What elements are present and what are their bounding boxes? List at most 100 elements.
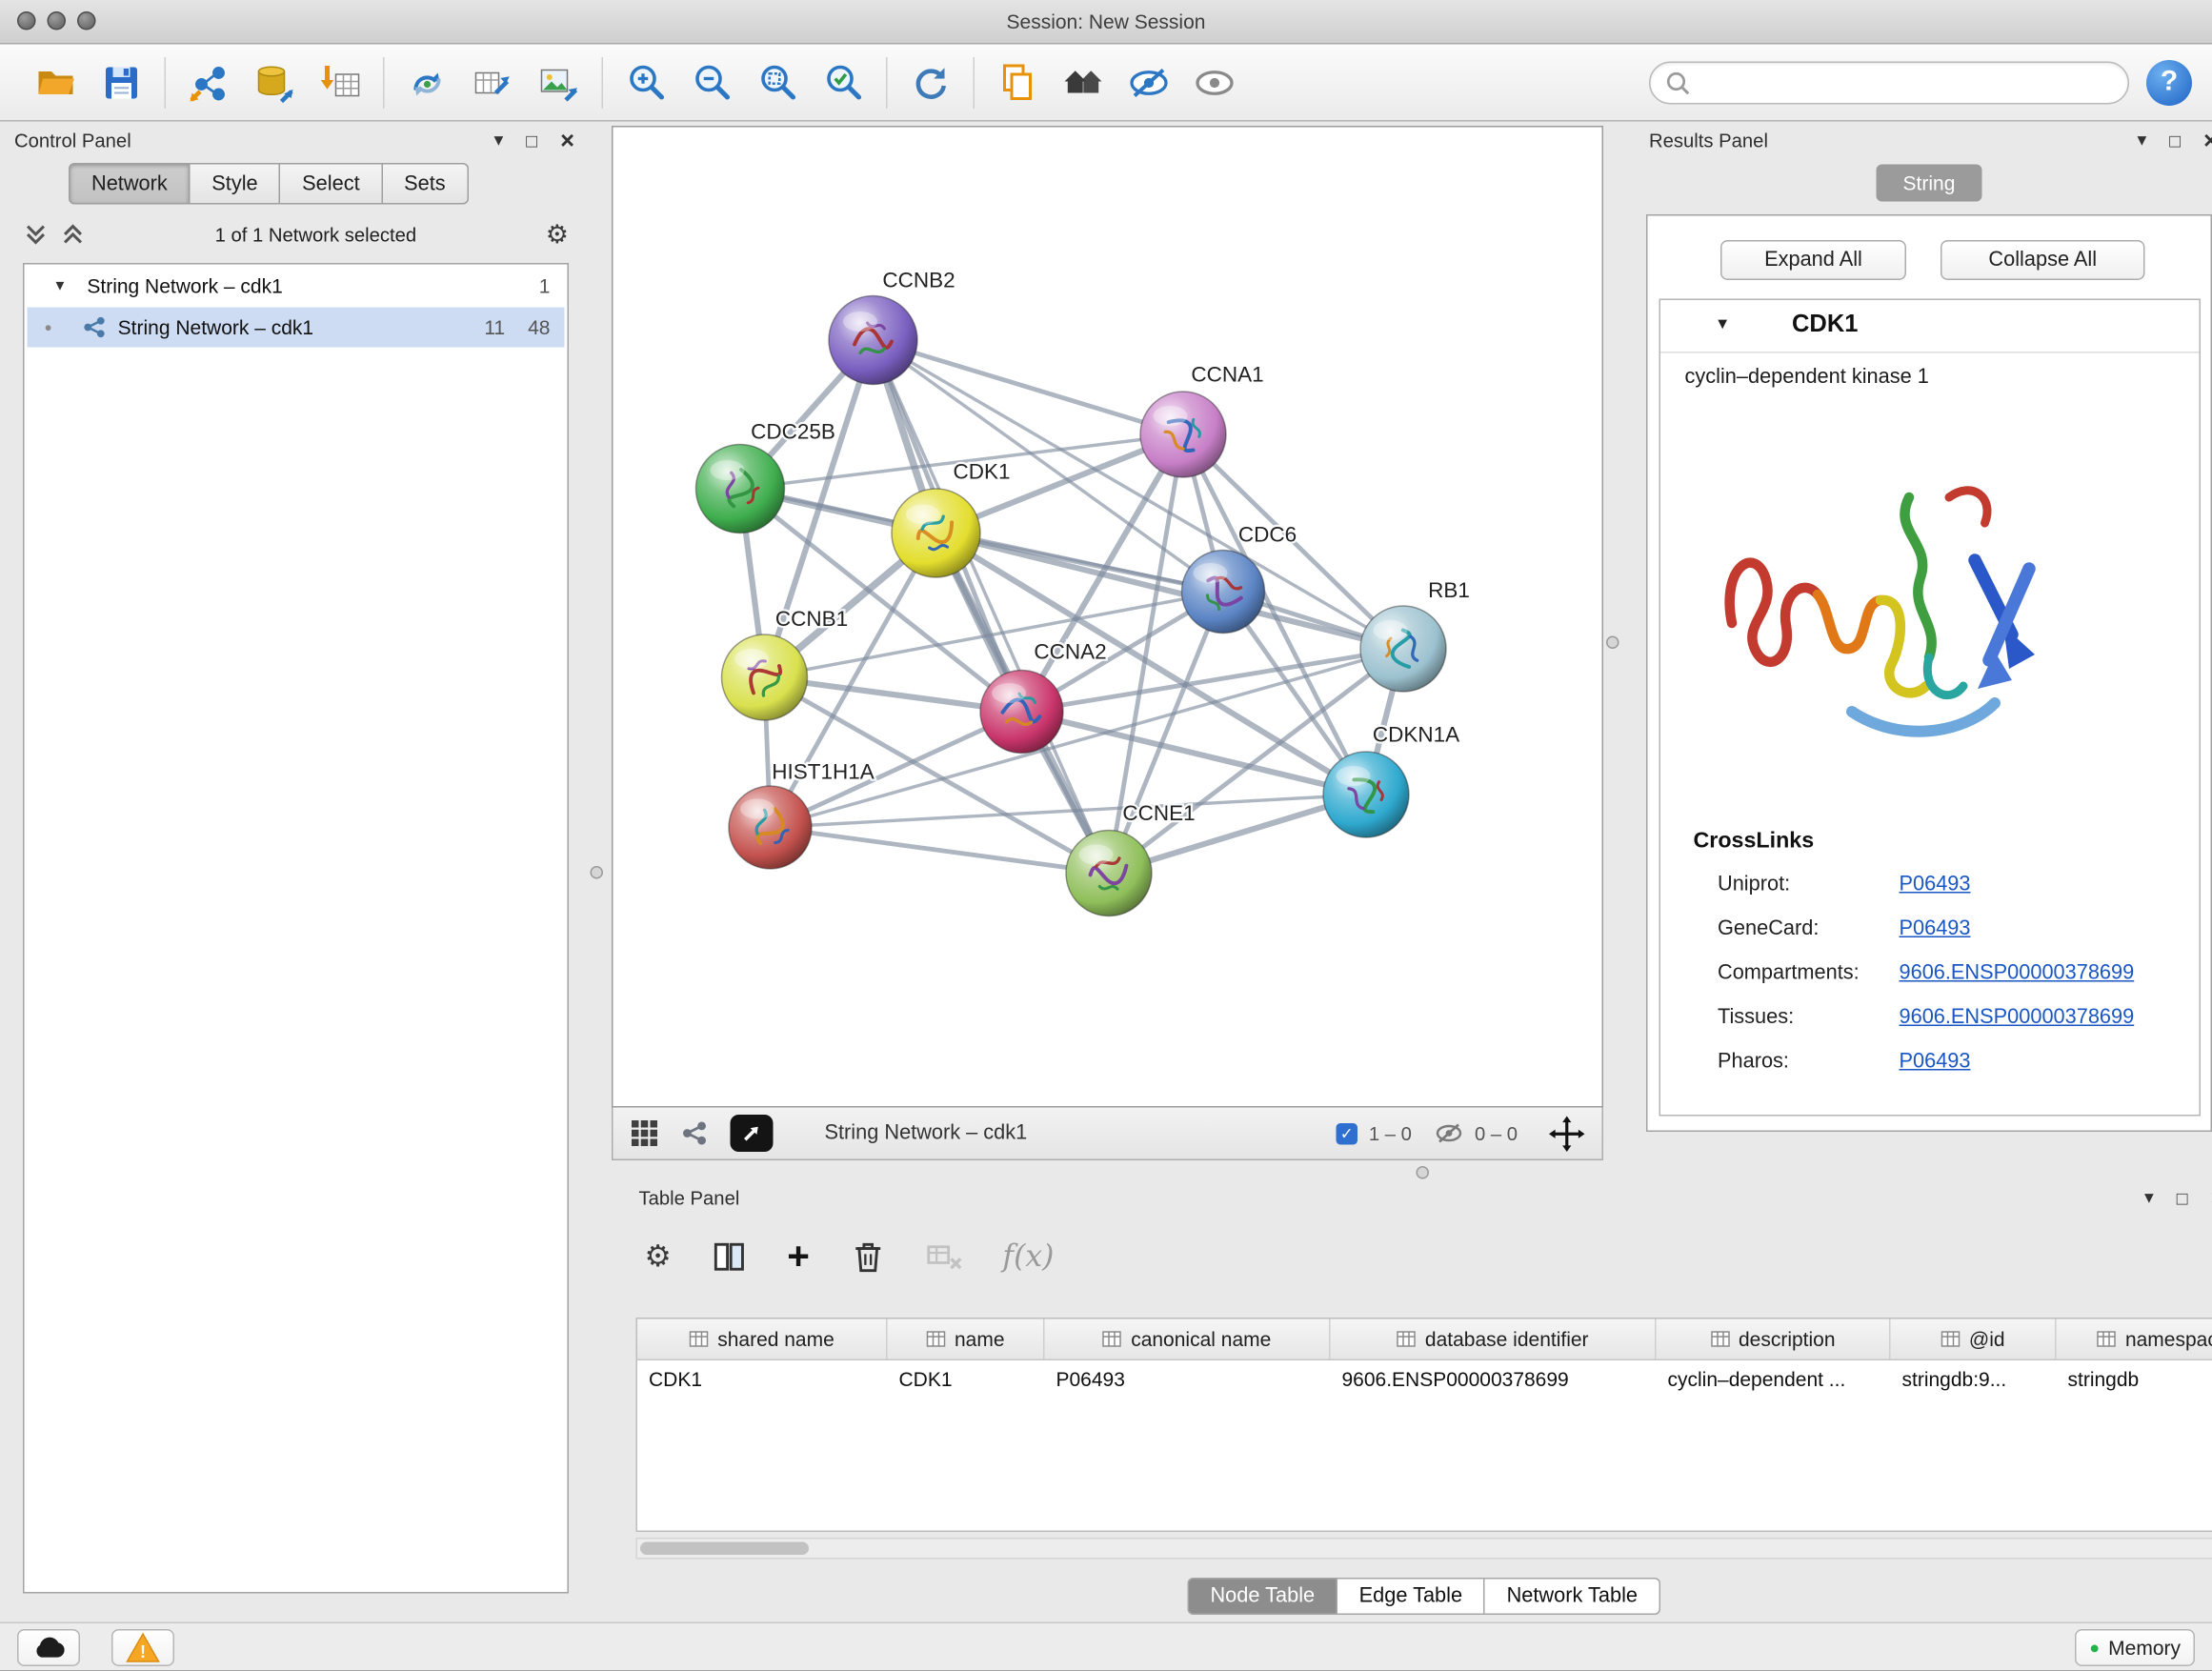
- table-row[interactable]: CDK1CDK1P064939606.ENSP00000378699cyclin…: [637, 1360, 2212, 1398]
- column-header-shared-name[interactable]: shared name: [637, 1319, 888, 1359]
- expand-all-icon[interactable]: [60, 222, 86, 248]
- network-row-selected[interactable]: ● String Network – cdk1 11 48: [28, 308, 565, 348]
- cloud-button[interactable]: [17, 1629, 80, 1666]
- right-splitter-handle[interactable]: [1606, 636, 1619, 650]
- network-node-CDC6[interactable]: [1182, 551, 1265, 634]
- collapse-all-icon[interactable]: [23, 222, 49, 248]
- results-panel-close-icon[interactable]: ×: [2203, 131, 2212, 150]
- control-panel-float-icon[interactable]: □: [526, 130, 537, 151]
- bottom-splitter-handle[interactable]: [1417, 1166, 1430, 1179]
- table-settings-gear-icon[interactable]: ⚙: [645, 1238, 672, 1275]
- memory-button[interactable]: ● Memory: [2075, 1629, 2195, 1666]
- tab-select[interactable]: Select: [281, 163, 383, 205]
- zoom-selected-button[interactable]: [811, 50, 876, 113]
- tab-network[interactable]: Network: [69, 163, 191, 205]
- network-edge[interactable]: [771, 828, 1110, 874]
- column-header-database-identifier[interactable]: database identifier: [1331, 1319, 1657, 1359]
- results-panel-menu-icon[interactable]: ▾: [2138, 129, 2147, 151]
- copy-document-button[interactable]: [985, 50, 1051, 113]
- hide-selected-button[interactable]: [1116, 50, 1182, 113]
- column-sort-icon: [926, 1329, 946, 1349]
- tab-sets[interactable]: Sets: [383, 163, 469, 205]
- crosslink-value[interactable]: 9606.ENSP00000378699: [1900, 1006, 2135, 1029]
- column-header-namespace[interactable]: namespace: [2057, 1319, 2212, 1359]
- table-panel-float-icon[interactable]: □: [2177, 1187, 2188, 1209]
- network-node-RB1[interactable]: [1360, 606, 1446, 692]
- delete-icon[interactable]: [850, 1238, 886, 1275]
- network-node-CDKN1A[interactable]: [1323, 752, 1409, 837]
- control-panel-menu-icon[interactable]: ▾: [494, 129, 504, 151]
- search-input[interactable]: [1699, 70, 2114, 95]
- tab-network-table[interactable]: Network Table: [1485, 1578, 1660, 1615]
- collapse-all-button[interactable]: Collapse All: [1941, 240, 2145, 280]
- table-horizontal-scrollbar[interactable]: [636, 1538, 2212, 1560]
- network-node-CCNB1[interactable]: [722, 634, 808, 720]
- home-button[interactable]: [1051, 50, 1116, 113]
- crosslink-value[interactable]: P06493: [1900, 874, 1971, 896]
- refresh-button[interactable]: [897, 50, 963, 113]
- tab-node-table[interactable]: Node Table: [1187, 1578, 1337, 1615]
- edge-count: 48: [528, 316, 550, 339]
- node-label: CCNA2: [1034, 640, 1106, 664]
- export-table-button[interactable]: [460, 50, 526, 113]
- network-node-CCNE1[interactable]: [1066, 831, 1152, 916]
- network-node-CCNB2[interactable]: [829, 296, 917, 385]
- share-view-icon[interactable]: [682, 1120, 708, 1146]
- open-session-button[interactable]: [23, 50, 89, 113]
- column-header--id[interactable]: @id: [1891, 1319, 2057, 1359]
- grid-view-icon[interactable]: [631, 1119, 659, 1148]
- crosslink-row: Uniprot:P06493: [1718, 866, 2191, 903]
- selected-checkbox-icon[interactable]: ✓: [1336, 1122, 1357, 1144]
- insert-column-icon[interactable]: [712, 1238, 748, 1275]
- network-collection-row[interactable]: ▼ String Network – cdk1 1: [25, 265, 568, 308]
- left-splitter-handle[interactable]: [591, 866, 604, 879]
- node-label: CDC6: [1238, 523, 1297, 547]
- export-image-button[interactable]: [526, 50, 592, 113]
- network-edge[interactable]: [874, 340, 1184, 434]
- network-node-CCNA2[interactable]: [980, 671, 1063, 754]
- function-builder-icon[interactable]: f(x): [1002, 1239, 1054, 1274]
- gene-section-header[interactable]: ▼ CDK1: [1660, 300, 2200, 353]
- delete-column-icon-disabled: [925, 1238, 962, 1275]
- scrollbar-thumb[interactable]: [640, 1542, 809, 1556]
- detach-view-button[interactable]: [731, 1115, 774, 1152]
- crosslink-value[interactable]: 9606.ENSP00000378699: [1900, 962, 2135, 985]
- save-session-button[interactable]: [89, 50, 154, 113]
- zoom-in-button[interactable]: [613, 50, 679, 113]
- import-network-button[interactable]: [176, 50, 242, 113]
- gene-disclosure-icon[interactable]: ▼: [1715, 316, 1730, 333]
- status-bar: ! ● Memory: [0, 1622, 2212, 1671]
- tab-style[interactable]: Style: [191, 163, 281, 205]
- results-panel-float-icon[interactable]: □: [2169, 130, 2181, 151]
- show-all-button[interactable]: [1182, 50, 1248, 113]
- crosslink-value[interactable]: P06493: [1900, 917, 1971, 940]
- network-node-CDK1[interactable]: [892, 489, 980, 577]
- help-button[interactable]: ?: [2146, 59, 2192, 105]
- pan-crosshair-icon[interactable]: [1549, 1116, 1585, 1152]
- column-header-canonical-name[interactable]: canonical name: [1045, 1319, 1331, 1359]
- import-database-button[interactable]: [242, 50, 308, 113]
- zoom-fit-button[interactable]: [745, 50, 811, 113]
- zoom-out-button[interactable]: [679, 50, 745, 113]
- table-panel-menu-icon[interactable]: ▾: [2144, 1186, 2154, 1209]
- disclosure-triangle-icon[interactable]: ▼: [53, 278, 68, 294]
- network-node-CDC25B[interactable]: [696, 445, 785, 534]
- expand-all-button[interactable]: Expand All: [1720, 240, 1906, 280]
- tab-string[interactable]: String: [1877, 165, 1982, 202]
- column-header-name[interactable]: name: [888, 1319, 1045, 1359]
- crosslink-value[interactable]: P06493: [1900, 1051, 1971, 1074]
- table-tabs: Node TableEdge TableNetwork Table: [625, 1578, 2212, 1615]
- warnings-button[interactable]: !: [111, 1629, 174, 1666]
- network-edge[interactable]: [874, 340, 1110, 874]
- refresh-network-button[interactable]: [394, 50, 460, 113]
- network-node-HIST1H1A[interactable]: [729, 786, 812, 869]
- network-canvas[interactable]: CCNB2CCNA1CDC25BCDK1CDC6RB1CCNB1CCNA2CDK…: [612, 126, 1603, 1108]
- add-row-icon[interactable]: +: [787, 1242, 810, 1271]
- search-field[interactable]: [1649, 61, 2129, 104]
- network-node-CCNA1[interactable]: [1140, 392, 1226, 477]
- control-panel-close-icon[interactable]: ×: [560, 131, 574, 150]
- import-table-button[interactable]: [308, 50, 373, 113]
- column-header-description[interactable]: description: [1657, 1319, 1891, 1359]
- tab-edge-table[interactable]: Edge Table: [1337, 1578, 1485, 1615]
- gear-icon[interactable]: ⚙: [546, 219, 569, 250]
